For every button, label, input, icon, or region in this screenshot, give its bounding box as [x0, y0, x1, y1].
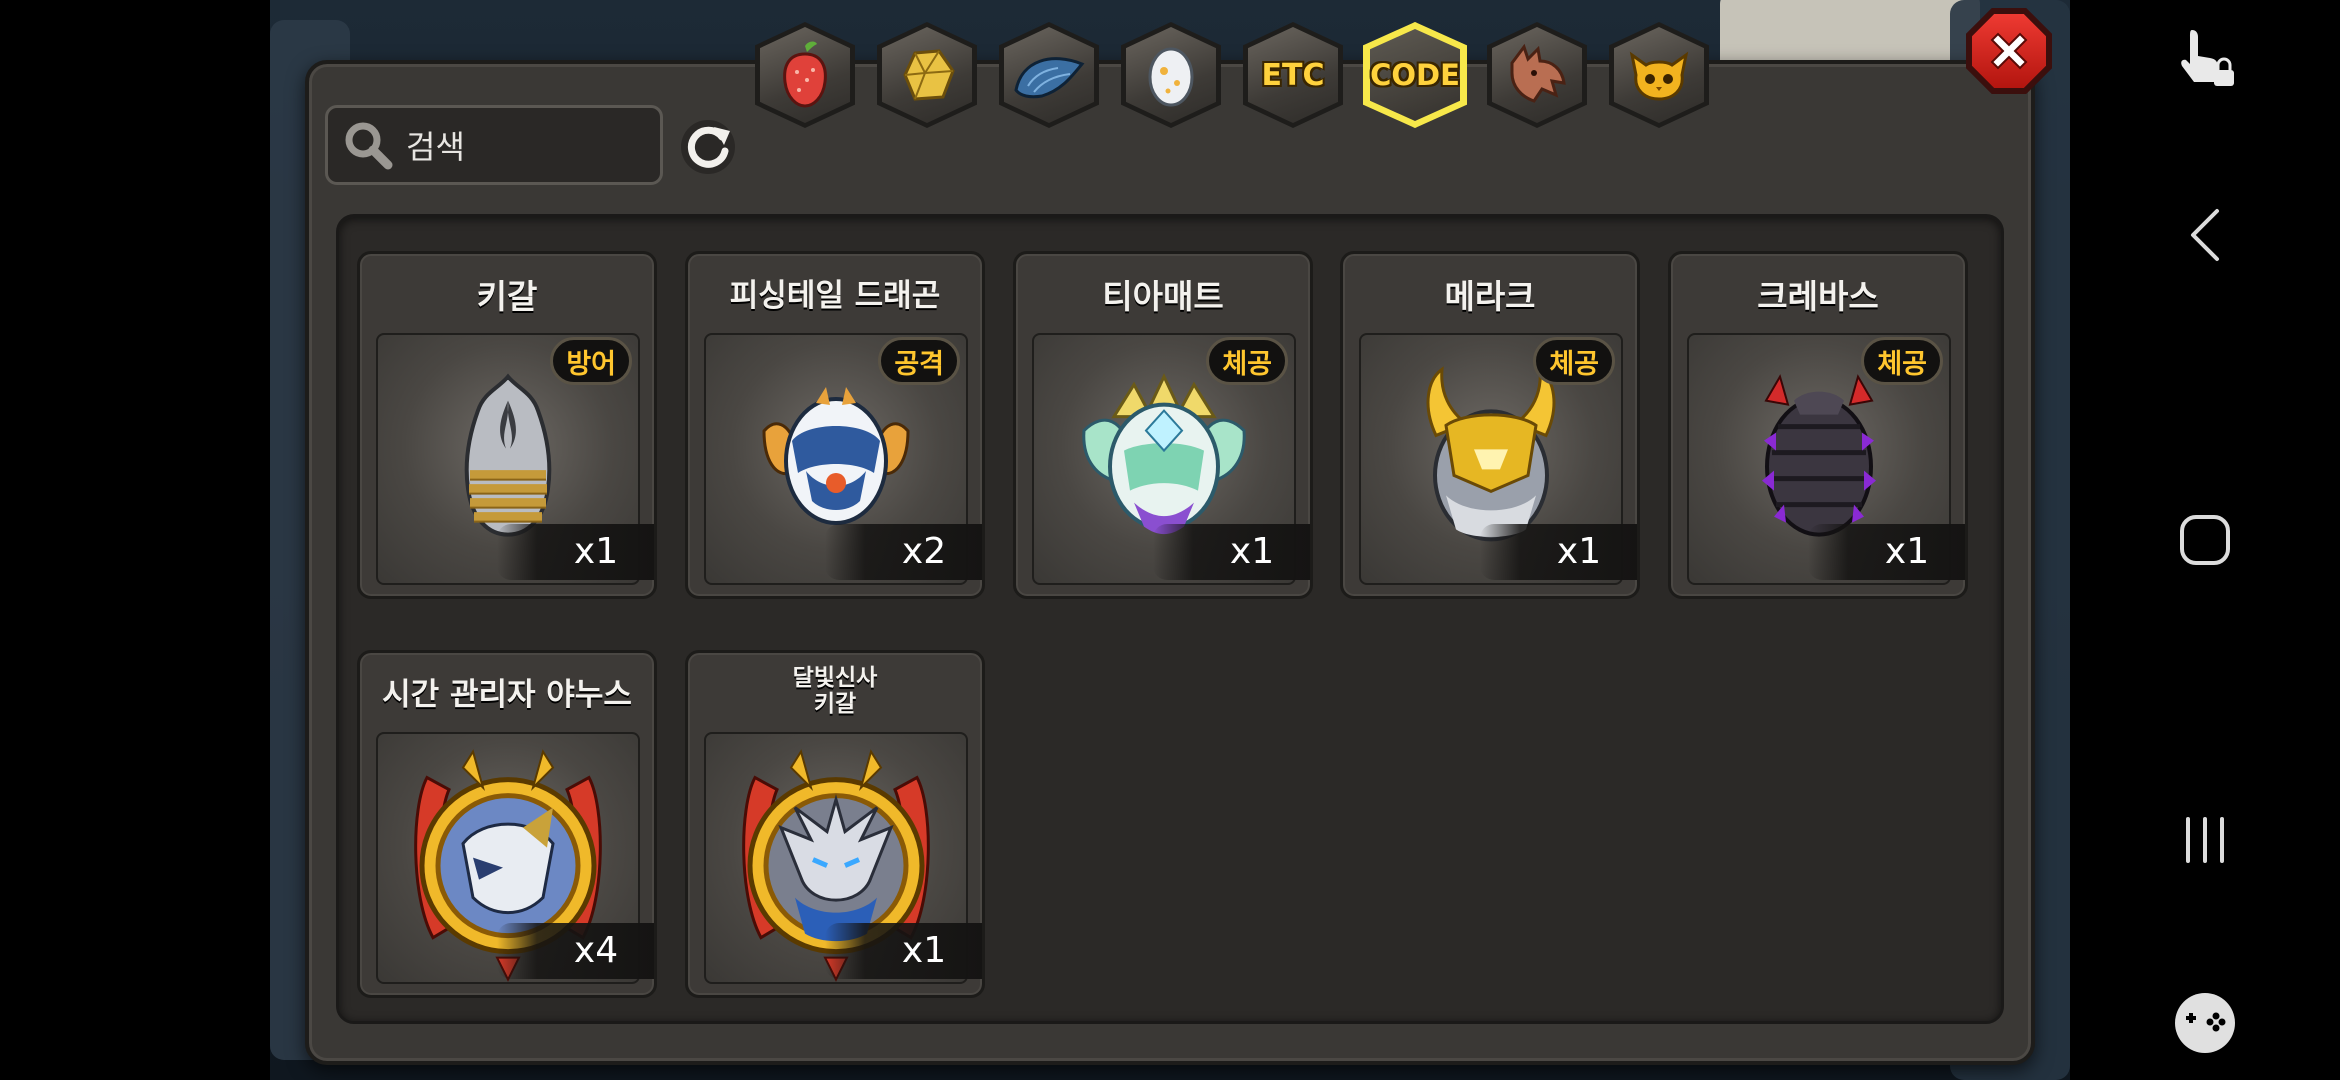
home-icon	[2180, 515, 2230, 565]
item-card[interactable]: 달빛신사 키갈 x1	[685, 650, 985, 998]
item-card[interactable]: 키갈 방어 x1	[357, 251, 657, 599]
item-grid: 키갈 방어 x1 피싱테일 드래곤 공격 x2 티아매트 체공 x1 메라크 체…	[336, 214, 2004, 1024]
crystal-egg-icon	[1082, 373, 1246, 535]
tab-code-label: CODE	[1370, 58, 1460, 92]
dragon-scale-icon	[1012, 50, 1086, 100]
item-quantity: x4	[497, 923, 654, 979]
tab-pet[interactable]	[1609, 22, 1709, 128]
item-quantity: x1	[1153, 524, 1310, 580]
touch-lock-icon	[2181, 30, 2234, 86]
back-button[interactable]	[2070, 200, 2340, 270]
item-quantity: x1	[825, 923, 982, 979]
item-type-badge: 방어	[550, 337, 632, 385]
egg-icon	[1146, 43, 1196, 107]
close-button[interactable]	[1966, 8, 2052, 94]
tab-code[interactable]: CODE	[1363, 22, 1467, 128]
fruit-icon	[777, 40, 833, 110]
item-name: 피싱테일 드래곤	[729, 278, 941, 314]
item-quantity: x1	[497, 524, 654, 580]
item-name: 시간 관리자 야누스	[382, 677, 632, 713]
item-quantity: x1	[1480, 524, 1637, 580]
search-input[interactable]: 검색	[325, 105, 663, 185]
item-type-badge: 공격	[878, 337, 960, 385]
silver-egg-icon	[464, 373, 552, 537]
item-type-badge: 체공	[1861, 337, 1943, 385]
refresh-icon	[681, 120, 735, 174]
game-tools-button[interactable]	[2070, 988, 2340, 1058]
tab-material[interactable]	[877, 22, 977, 128]
tab-egg[interactable]	[1121, 22, 1221, 128]
item-name: 티아매트	[1102, 277, 1224, 316]
home-button[interactable]	[2070, 505, 2340, 575]
item-name: 크레바스	[1757, 277, 1879, 316]
owl-pet-icon	[1626, 47, 1692, 103]
dragon-head-icon	[1504, 43, 1570, 107]
dark-spiked-egg-icon	[1762, 374, 1876, 537]
blue-white-egg-icon	[762, 387, 910, 525]
item-type-badge: 체공	[1206, 337, 1288, 385]
back-icon	[2191, 209, 2219, 261]
close-icon	[1990, 32, 2028, 70]
system-navigation-bar	[2070, 0, 2340, 1080]
tab-dragon[interactable]	[1487, 22, 1587, 128]
search-placeholder: 검색	[406, 128, 465, 166]
search-icon	[345, 122, 393, 170]
item-card[interactable]: 시간 관리자 야누스 x4	[357, 650, 657, 998]
item-card[interactable]: 메라크 체공 x1	[1340, 251, 1640, 599]
gold-ore-icon	[895, 45, 959, 105]
item-name: 달빛신사 키갈	[792, 665, 878, 717]
item-name: 키갈	[476, 277, 538, 316]
item-type-badge: 체공	[1533, 337, 1615, 385]
item-card[interactable]: 크레바스 체공 x1	[1668, 251, 1968, 599]
tab-fruit[interactable]	[755, 22, 855, 128]
tab-etc-label: ETC	[1261, 57, 1325, 93]
item-card[interactable]: 티아매트 체공 x1	[1013, 251, 1313, 599]
item-name: 메라크	[1444, 277, 1536, 316]
gold-horned-egg-icon	[1426, 366, 1556, 542]
touch-lock-button[interactable]	[2070, 12, 2340, 102]
recent-apps-icon	[2186, 817, 2224, 863]
tab-etc[interactable]: ETC	[1243, 22, 1343, 128]
item-quantity: x1	[1808, 524, 1965, 580]
item-card[interactable]: 피싱테일 드래곤 공격 x2	[685, 251, 985, 599]
tab-dragon-part[interactable]	[999, 22, 1099, 128]
refresh-button[interactable]	[678, 117, 738, 177]
item-quantity: x2	[825, 524, 982, 580]
recent-apps-button[interactable]	[2070, 808, 2340, 872]
gamepad-icon	[2175, 993, 2235, 1053]
